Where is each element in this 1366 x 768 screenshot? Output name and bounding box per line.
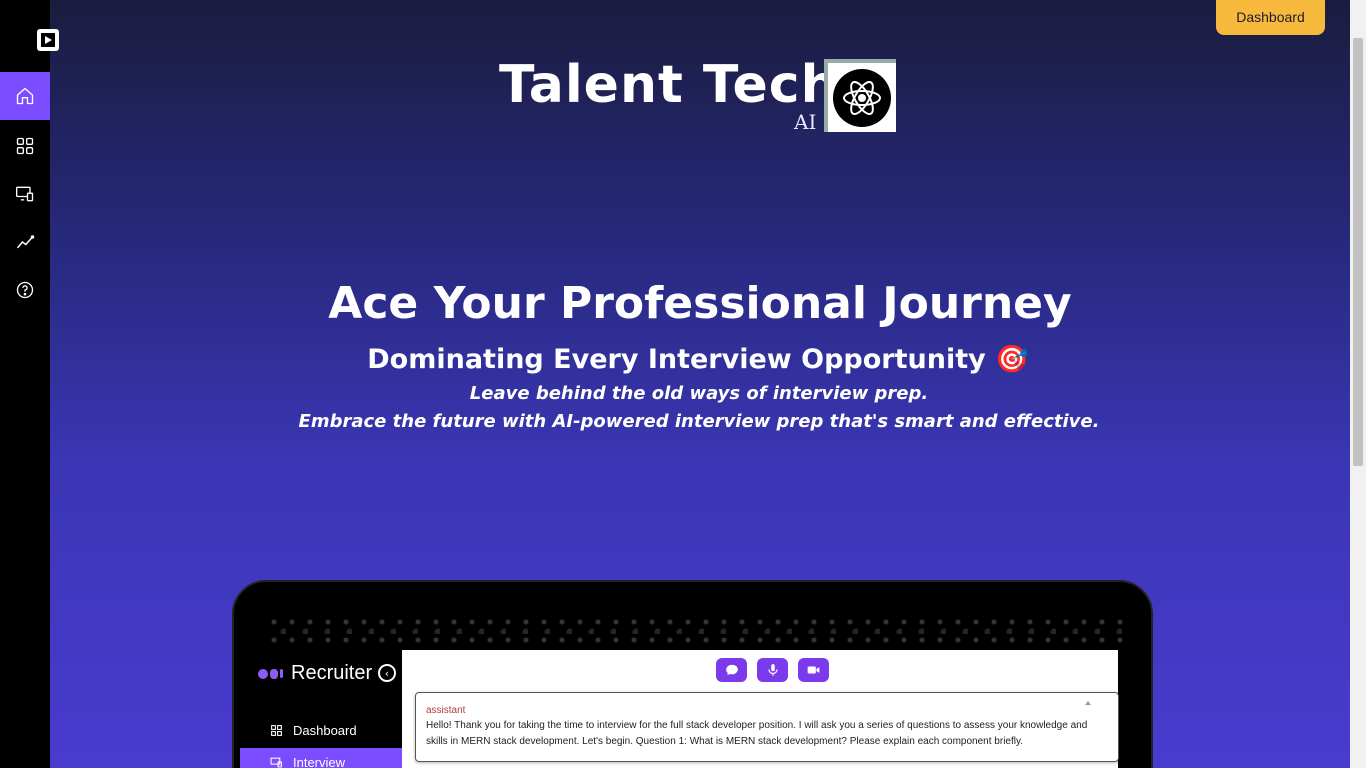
brand-logo [824, 59, 896, 132]
grid-icon [271, 724, 282, 736]
page-scrollbar[interactable] [1350, 0, 1366, 768]
call-controls [716, 658, 829, 682]
preview-nav-label: Interview [293, 754, 346, 768]
preview-brand-label: Recruiter [291, 662, 373, 684]
hero-subtitle: Dominating Every Interview Opportunity 🎯 [367, 344, 1029, 375]
brand-suffix: AI [794, 110, 817, 134]
analytics-icon [16, 235, 35, 249]
chat-icon [725, 664, 738, 676]
monitor-device-icon [16, 186, 34, 202]
video-icon [807, 666, 820, 674]
message-text: Hello! Thank you for taking the time to … [426, 720, 1088, 747]
chat-message: assistant Hello! Thank you for taking th… [415, 692, 1119, 762]
play-logo-icon[interactable] [37, 29, 59, 51]
home-icon [16, 87, 34, 105]
collapse-icon[interactable]: ‹ [378, 664, 396, 682]
preview-sidebar: Recruiter ‹ Dashboard Interview [240, 650, 402, 768]
message-role: assistant [426, 705, 466, 716]
mic-icon [767, 664, 778, 676]
scrollbar-thumb[interactable] [1353, 38, 1363, 466]
sidebar-item-interview[interactable] [0, 170, 50, 218]
preview-nav-label: Dashboard [293, 722, 357, 738]
preview-nav-dashboard[interactable]: Dashboard [240, 716, 402, 744]
grid-icon [16, 137, 34, 155]
sidebar-item-home[interactable] [0, 72, 50, 120]
preview-main: assistant Hello! Thank you for taking th… [402, 650, 1119, 768]
laptop-pattern [264, 612, 1134, 650]
dashboard-button[interactable]: Dashboard [1216, 0, 1325, 35]
video-button[interactable] [798, 658, 829, 682]
hero-line-1: Leave behind the old ways of interview p… [469, 383, 929, 404]
mic-button[interactable] [757, 658, 788, 682]
atom-icon [843, 80, 881, 115]
chat-button[interactable] [716, 658, 747, 682]
recruiter-logo-icon [258, 668, 283, 679]
monitor-device-icon [270, 757, 282, 767]
sidebar-item-grid[interactable] [0, 122, 50, 170]
hero-title: Ace Your Professional Journey [328, 278, 1072, 329]
app-preview: Recruiter ‹ Dashboard Interview assistan… [232, 580, 1153, 768]
preview-nav-interview[interactable]: Interview [240, 748, 402, 768]
hero-line-2: Embrace the future with AI-powered inter… [298, 411, 1100, 432]
chat-scrollbar[interactable] [1084, 692, 1092, 768]
brand-name: Talent Tech [499, 55, 839, 115]
sidebar-item-analytics[interactable] [0, 218, 50, 266]
preview-brand: Recruiter [258, 662, 372, 685]
